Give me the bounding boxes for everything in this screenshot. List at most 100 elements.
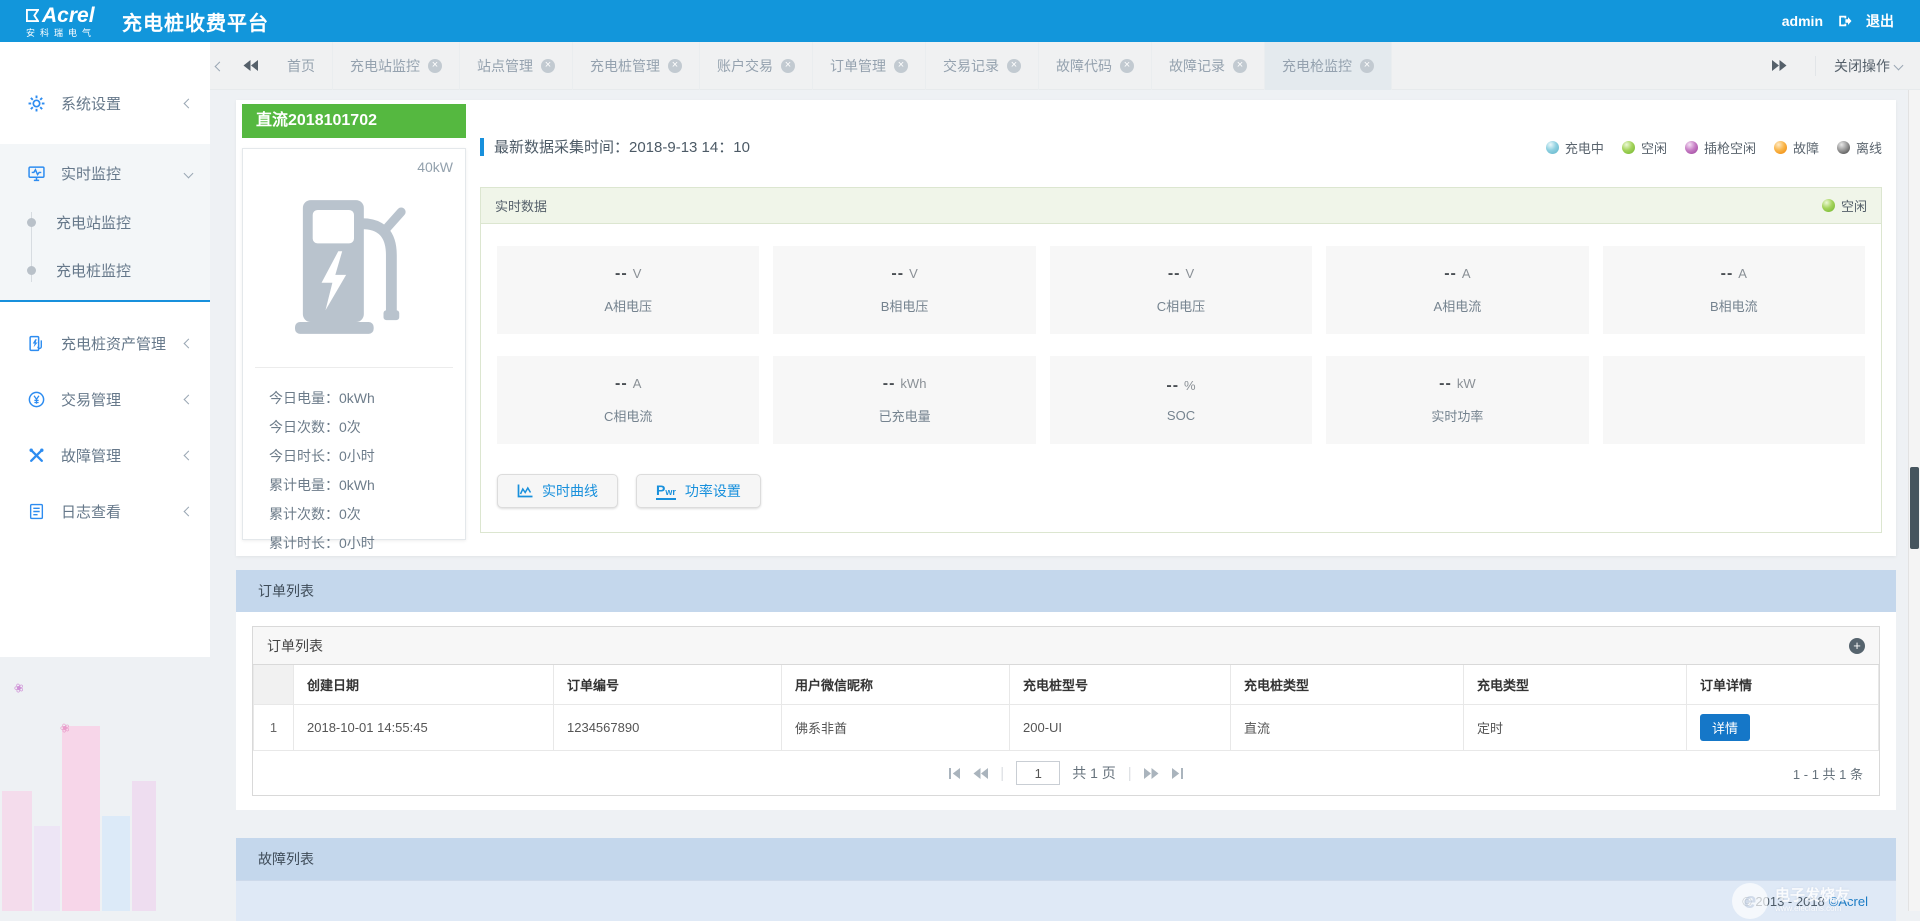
sidebar-collapse-icon[interactable] [210, 57, 229, 75]
sidebar-item-charging-station-monitor[interactable]: 充电站监控 [0, 208, 210, 236]
acrel-logo: Acrel 安科瑞电气 [26, 5, 96, 38]
tabs-scroll-right-icon[interactable] [1766, 60, 1799, 71]
username[interactable]: admin [1782, 13, 1823, 29]
metric-phase-b-voltage: --VB相电压 [773, 246, 1035, 334]
sidebar-item-fault-management[interactable]: 故障管理 [0, 440, 210, 470]
sidebar-item-pile-asset-management[interactable]: 充电桩资产管理 [0, 328, 210, 358]
plugged-idle-status-icon [1685, 141, 1698, 154]
chevron-left-icon [184, 338, 194, 348]
pager-prev-icon[interactable] [973, 768, 988, 779]
device-power-rating: 40kW [417, 159, 453, 175]
legend-item-plugged-idle: 插枪空闲 [1685, 138, 1756, 157]
tab-charging-gun-monitor[interactable]: 充电枪监控× [1265, 42, 1392, 90]
scrollbar-thumb[interactable] [1910, 467, 1919, 549]
order-detail-button[interactable]: 详情 [1700, 714, 1750, 741]
sidebar-item-log-viewer[interactable]: 日志查看 [0, 496, 210, 526]
tab-close-icon[interactable]: × [668, 59, 682, 73]
sidebar: 系统设置 实时监控 充电站监控 充电桩监控 充电桩资产管理 [0, 42, 210, 657]
tab-close-icon[interactable]: × [781, 59, 795, 73]
legend-item-fault: 故障 [1774, 138, 1819, 157]
cell-created-date: 2018-10-01 14:55:45 [294, 705, 554, 751]
close-operations-menu[interactable]: 关闭操作 [1815, 56, 1902, 76]
tab-close-icon[interactable]: × [1360, 59, 1374, 73]
col-pile-model: 充电桩型号 [1010, 665, 1231, 705]
legend-item-idle: 空闲 [1622, 138, 1667, 157]
metric-phase-a-voltage: --VA相电压 [497, 246, 759, 334]
device-card: 40kW 今日电量：0kWh 今日次数：0次 [242, 148, 466, 540]
fault-status-icon [1774, 141, 1787, 154]
orders-table-panel: 订单列表 + 创建日期 订单编号 用户微信昵称 充电桩型号 充电桩类型 充电 [252, 626, 1880, 796]
copyright-text: © 2013 - 2018 [1742, 894, 1825, 909]
pager-last-icon[interactable] [1171, 768, 1184, 779]
tab-close-icon[interactable]: × [894, 59, 908, 73]
logout-button[interactable]: 退出 [1866, 11, 1894, 31]
page-title: 充电桩收费平台 [122, 7, 269, 36]
stat-today-count: 今日次数：0次 [269, 413, 465, 442]
sidebar-item-transaction-management[interactable]: 交易管理 [0, 384, 210, 414]
tab-close-icon[interactable]: × [1007, 59, 1021, 73]
tab-close-icon[interactable]: × [1120, 59, 1134, 73]
metric-soc: --%SOC [1050, 356, 1312, 444]
tab-close-icon[interactable]: × [428, 59, 442, 73]
metric-phase-b-current: --AB相电流 [1603, 246, 1865, 334]
tab-fault-records[interactable]: 故障记录× [1152, 42, 1265, 90]
expand-icon[interactable]: + [1849, 638, 1865, 654]
transaction-icon [28, 391, 45, 408]
orders-table: 创建日期 订单编号 用户微信昵称 充电桩型号 充电桩类型 充电类型 订单详情 1 [253, 665, 1879, 751]
power-settings-button[interactable]: Pwr 功率设置 [636, 474, 761, 508]
charging-pile-icon [295, 193, 413, 339]
tab-order-management[interactable]: 订单管理× [813, 42, 926, 90]
metric-grid: --VA相电压 --VB相电压 --VC相电压 --AA相电流 --AB相电流 … [497, 246, 1865, 444]
orders-header-row: 创建日期 订单编号 用户微信昵称 充电桩型号 充电桩类型 充电类型 订单详情 [254, 665, 1879, 705]
stat-today-energy: 今日电量：0kWh [269, 384, 465, 413]
tab-close-icon[interactable]: × [541, 59, 555, 73]
copyright-brand-link[interactable]: ©Acrel [1829, 894, 1868, 909]
accent-bar [480, 138, 484, 156]
pager-first-icon[interactable] [948, 768, 961, 779]
idle-status-icon [1622, 141, 1635, 154]
orders-panel-title: 订单列表 [267, 636, 323, 656]
tab-bar: 首页 充电站监控× 站点管理× 充电桩管理× 账户交易× 订单管理× 交易记录×… [210, 42, 1920, 90]
logo-flag-icon [26, 9, 39, 22]
tab-close-icon[interactable]: × [1233, 59, 1247, 73]
sidebar-item-system-settings[interactable]: 系统设置 [0, 88, 210, 118]
sidebar-item-realtime-monitor[interactable]: 实时监控 [0, 158, 210, 188]
tab-site-management[interactable]: 站点管理× [460, 42, 573, 90]
col-created-date: 创建日期 [294, 665, 554, 705]
footer: © 2013 - 2018 ©Acrel e 电子发烧友 www.elecfan… [236, 880, 1896, 921]
stat-today-duration: 今日时长：0小时 [269, 442, 465, 471]
metric-phase-a-current: --AA相电流 [1326, 246, 1588, 334]
realtime-curve-button[interactable]: 实时曲线 [497, 474, 618, 508]
table-row: 1 2018-10-01 14:55:45 1234567890 佛系非酋 20… [254, 705, 1879, 751]
cell-charge-type: 定时 [1464, 705, 1687, 751]
cell-pile-type: 直流 [1231, 705, 1464, 751]
charging-pile-icon [28, 335, 45, 352]
tab-account-transactions[interactable]: 账户交易× [700, 42, 813, 90]
chevron-left-icon [184, 506, 194, 516]
status-legend: 充电中 空闲 插枪空闲 故障 离线 [1546, 138, 1882, 157]
sidebar-item-charging-pile-monitor[interactable]: 充电桩监控 [0, 256, 210, 284]
chevron-down-icon [184, 168, 194, 178]
vertical-scrollbar[interactable] [1908, 90, 1920, 911]
tab-fault-codes[interactable]: 故障代码× [1039, 42, 1152, 90]
sidebar-subtree: 充电站监控 充电桩监控 [0, 208, 210, 284]
tools-icon [28, 447, 45, 464]
logo-text: Acrel [26, 5, 96, 26]
tab-charging-station-monitor[interactable]: 充电站监控× [333, 42, 460, 90]
tab-transaction-records[interactable]: 交易记录× [926, 42, 1039, 90]
pager-page-input[interactable] [1016, 761, 1060, 785]
tab-home[interactable]: 首页 [270, 42, 333, 90]
curve-chart-icon [517, 484, 533, 498]
tabs-scroll-left-icon[interactable] [237, 60, 270, 71]
cell-row-number: 1 [254, 705, 294, 751]
stat-total-duration: 累计时长：0小时 [269, 529, 465, 558]
logout-icon[interactable] [1837, 14, 1852, 28]
chevron-left-icon [184, 394, 194, 404]
metric-empty-cell [1603, 356, 1865, 444]
monitor-icon [28, 165, 45, 182]
tab-pile-management[interactable]: 充电桩管理× [573, 42, 700, 90]
charging-status-icon [1546, 141, 1559, 154]
legend-item-charging: 充电中 [1546, 138, 1604, 157]
pager-next-icon[interactable] [1144, 768, 1159, 779]
col-order-detail: 订单详情 [1687, 665, 1879, 705]
